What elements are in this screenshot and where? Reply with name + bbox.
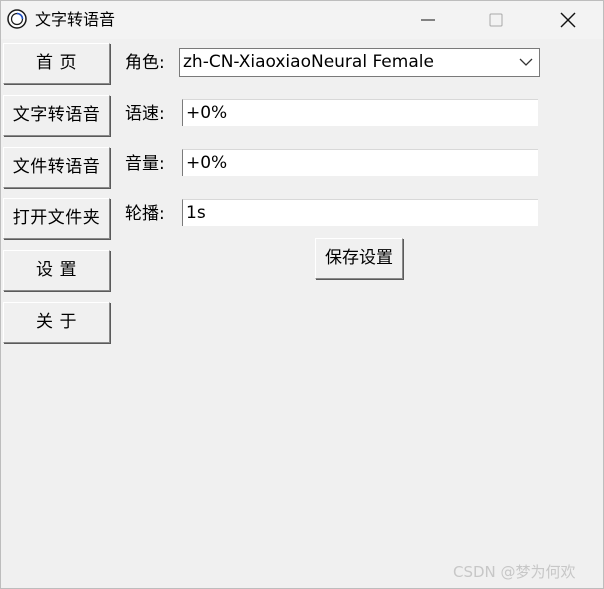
role-select[interactable]: zh-CN-XiaoxiaoNeural Female (179, 48, 540, 77)
interval-input[interactable]: 1s (182, 199, 538, 226)
watermark-text: CSDN @梦为何欢 (453, 563, 576, 581)
nav-text-to-speech-button[interactable]: 文字转语音 (3, 95, 110, 136)
maximize-icon (489, 13, 503, 27)
close-button[interactable] (545, 1, 591, 39)
nav-settings-button[interactable]: 设 置 (3, 250, 110, 291)
maximize-button[interactable] (473, 1, 519, 39)
role-select-value: zh-CN-XiaoxiaoNeural Female (183, 52, 434, 72)
app-window: 文字转语音 首 页 文字转语音 文件转语音 打开文件夹 设 置 关 于 角色: … (0, 0, 604, 589)
role-label: 角色: (125, 53, 165, 73)
rate-input[interactable]: +0% (182, 99, 538, 126)
interval-label: 轮播: (125, 204, 165, 224)
volume-input[interactable]: +0% (182, 149, 538, 176)
close-icon (560, 12, 576, 28)
window-title: 文字转语音 (35, 10, 116, 29)
volume-label: 音量: (125, 154, 165, 174)
minimize-icon (421, 19, 435, 21)
minimize-button[interactable] (405, 1, 451, 39)
chevron-down-icon[interactable] (519, 57, 533, 67)
title-bar[interactable]: 文字转语音 (1, 1, 603, 39)
nav-open-folder-button[interactable]: 打开文件夹 (3, 198, 110, 239)
nav-home-button[interactable]: 首 页 (3, 43, 110, 84)
nav-about-button[interactable]: 关 于 (3, 302, 110, 343)
rate-label: 语速: (125, 104, 165, 124)
save-settings-button[interactable]: 保存设置 (315, 238, 403, 279)
app-ring-icon (7, 9, 27, 29)
nav-file-to-speech-button[interactable]: 文件转语音 (3, 147, 110, 188)
